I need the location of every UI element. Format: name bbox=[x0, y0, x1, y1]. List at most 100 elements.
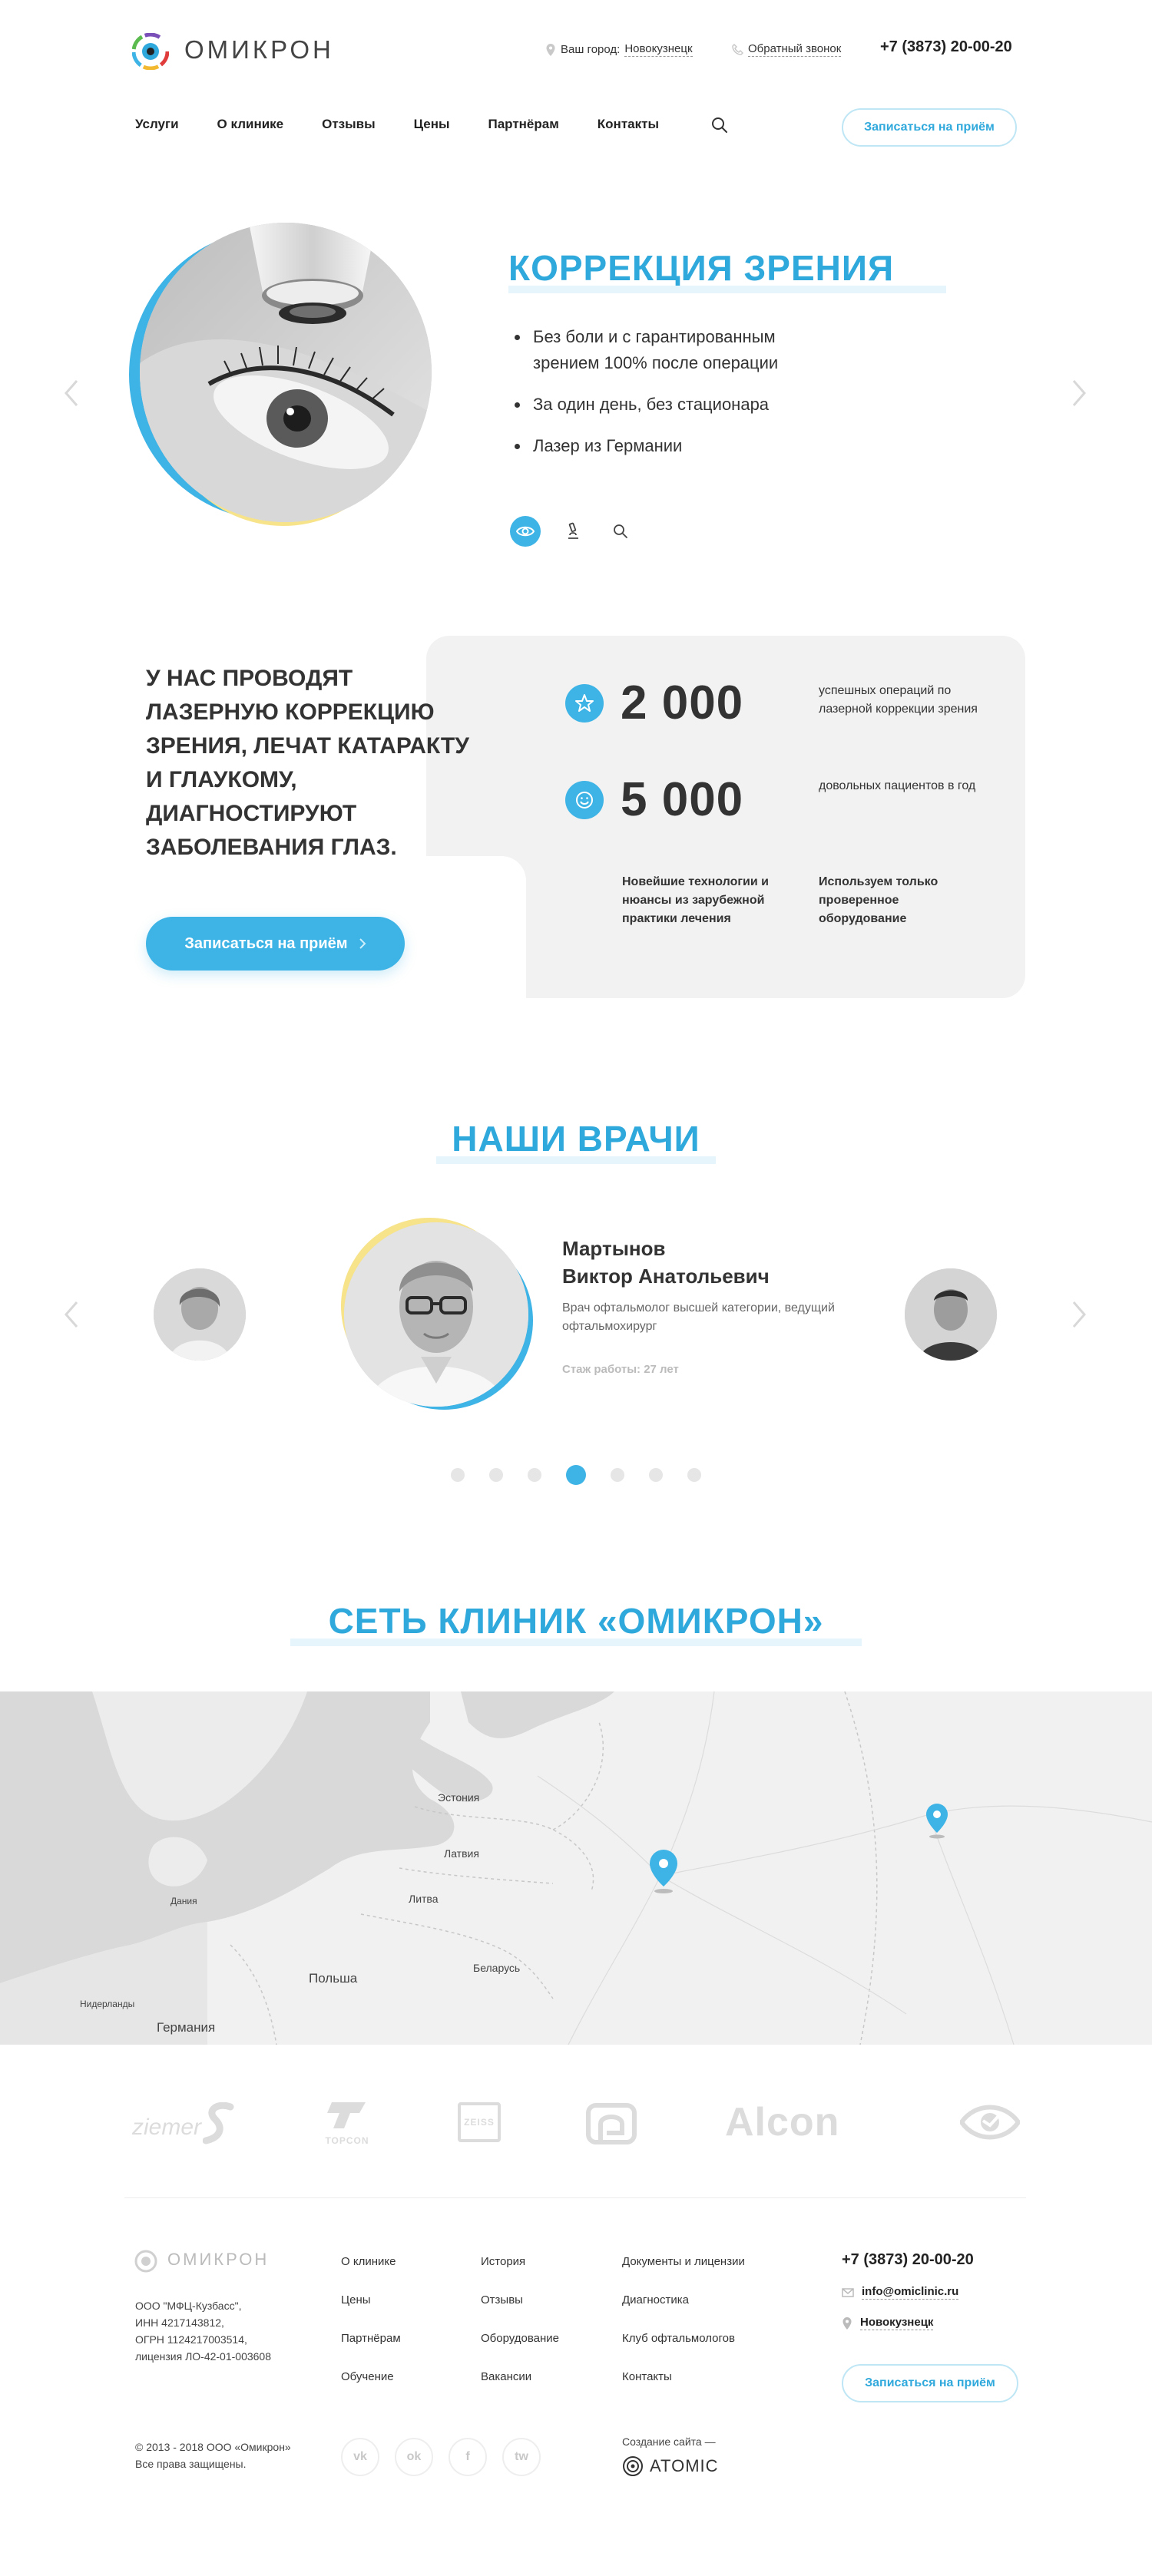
footer-link-contacts[interactable]: Контакты bbox=[622, 2369, 745, 2385]
main-nav: Услуги О клинике Отзывы Цены Партнёрам К… bbox=[135, 117, 697, 132]
studio-link[interactable]: ATOMIC bbox=[622, 2455, 719, 2477]
pagination-dot[interactable] bbox=[611, 1468, 624, 1482]
nav-item-contacts[interactable]: Контакты bbox=[598, 117, 659, 132]
footer-link-documents[interactable]: Документы и лицензии bbox=[622, 2254, 745, 2270]
appointment-button-primary[interactable]: Записаться на приём bbox=[146, 917, 405, 971]
stat-number-patients: 5 000 bbox=[621, 773, 744, 826]
doctor-avatar-next[interactable] bbox=[905, 1268, 997, 1361]
doctor-experience: Стаж работы: 27 лет bbox=[562, 1363, 679, 1376]
doctor-given-names: Виктор Анатольевич bbox=[562, 1265, 770, 1288]
pagination-dot[interactable] bbox=[528, 1468, 541, 1482]
footer-city[interactable]: Новокузнецк bbox=[842, 2316, 934, 2330]
hero-bullet: Без боли и с гарантированным зрением 100… bbox=[513, 324, 820, 376]
studio-name: ATOMIC bbox=[650, 2456, 719, 2475]
partner-logo-abbott[interactable] bbox=[585, 2102, 637, 2145]
nav-item-prices[interactable]: Цены bbox=[414, 117, 450, 132]
footer-phone[interactable]: +7 (3873) 20-00-20 bbox=[842, 2251, 974, 2269]
footer-logo-mark-icon[interactable] bbox=[134, 2250, 157, 2273]
hero-prev-arrow-icon[interactable] bbox=[60, 378, 83, 408]
feature-technologies: Новейшие технологии и нюансы из зарубежн… bbox=[622, 875, 770, 925]
pagination-dot[interactable] bbox=[489, 1468, 503, 1482]
stats-panel-notch bbox=[415, 856, 526, 1010]
microscope-icon bbox=[568, 522, 578, 539]
map-pin-icon bbox=[650, 1850, 677, 1893]
atomic-logo-icon bbox=[623, 2456, 643, 2476]
callback-link[interactable]: Обратный звонок bbox=[731, 42, 842, 57]
callback-label[interactable]: Обратный звонок bbox=[748, 42, 842, 57]
network-section-title: СЕТЬ КЛИНИК «ОМИКРОН» bbox=[328, 1601, 824, 1641]
eye-icon bbox=[516, 526, 535, 537]
footer-logo-text[interactable]: ОМИКРОН bbox=[167, 2250, 269, 2270]
hero-next-arrow-icon[interactable] bbox=[1068, 378, 1091, 408]
footer-link-about[interactable]: О клинике bbox=[341, 2254, 401, 2270]
footer-link-training[interactable]: Обучение bbox=[341, 2369, 401, 2385]
clinics-map[interactable]: Эстония Латвия Литва Дания Польша Белару… bbox=[0, 1691, 1152, 2045]
stat-description-patients: довольных пациентов в год bbox=[819, 779, 976, 792]
logo-mark-icon[interactable] bbox=[132, 33, 169, 70]
site-credits-label: Создание сайта — bbox=[622, 2435, 716, 2448]
map-label-germany: Германия bbox=[157, 2020, 216, 2035]
pagination-dot[interactable] bbox=[649, 1468, 663, 1482]
footer-legal-info: ООО "МФЦ-Кузбасс", ИНН 4217143812, ОГРН … bbox=[135, 2297, 304, 2365]
city-label: Ваш город: bbox=[561, 43, 621, 56]
footer-link-vacancies[interactable]: Вакансии bbox=[481, 2369, 559, 2385]
map-label-latvia: Латвия bbox=[444, 1847, 479, 1860]
copyright-line: © 2013 - 2018 ООО «Омикрон» bbox=[135, 2441, 291, 2453]
footer-link-club[interactable]: Клуб офтальмологов bbox=[622, 2331, 745, 2346]
footer-link-reviews[interactable]: Отзывы bbox=[481, 2293, 559, 2308]
appointment-button[interactable]: Записаться на приём bbox=[842, 108, 1017, 147]
pagination-dot[interactable] bbox=[687, 1468, 701, 1482]
nav-item-services[interactable]: Услуги bbox=[135, 117, 179, 132]
footer-link-equipment[interactable]: Оборудование bbox=[481, 2331, 559, 2346]
partners-strip: ziemer TOPCON ZEISS Alcon bbox=[129, 2098, 1023, 2151]
footer-link-diagnostics[interactable]: Диагностика bbox=[622, 2293, 745, 2308]
footer-link-prices[interactable]: Цены bbox=[341, 2293, 401, 2308]
doctor-avatar-previous[interactable] bbox=[154, 1268, 246, 1361]
doctors-prev-arrow-icon[interactable] bbox=[60, 1299, 83, 1330]
hero-eye-photo bbox=[140, 223, 432, 522]
mail-icon bbox=[842, 2287, 854, 2297]
pagination-dot[interactable] bbox=[451, 1468, 465, 1482]
partner-logo-zeiss[interactable]: ZEISS bbox=[458, 2102, 501, 2142]
footer-city-link[interactable]: Новокузнецк bbox=[860, 2316, 934, 2330]
search-icon[interactable] bbox=[711, 117, 728, 134]
eye-service-tab[interactable] bbox=[510, 516, 541, 547]
footer-email[interactable]: info@omiclinic.ru bbox=[842, 2285, 959, 2300]
diagnostics-service-tab[interactable] bbox=[605, 516, 636, 547]
pagination-dot-active[interactable] bbox=[566, 1465, 586, 1485]
doctors-pagination bbox=[0, 1465, 1152, 1485]
location-pin-icon bbox=[842, 2316, 852, 2330]
map-label-belarus: Беларусь bbox=[473, 1962, 521, 1974]
location-pin-icon bbox=[546, 43, 555, 56]
vk-icon[interactable]: vk bbox=[341, 2438, 379, 2476]
footer-email-link[interactable]: info@omiclinic.ru bbox=[862, 2285, 959, 2300]
ziemer-s-icon bbox=[203, 2102, 234, 2144]
odnoklassniki-icon[interactable]: ok bbox=[395, 2438, 433, 2476]
nav-item-reviews[interactable]: Отзывы bbox=[322, 117, 376, 132]
nav-item-partners[interactable]: Партнёрам bbox=[488, 117, 559, 132]
city-selector[interactable]: Ваш город: Новокузнецк bbox=[545, 42, 693, 57]
map-pin-icon bbox=[926, 1804, 948, 1839]
city-value-link[interactable]: Новокузнецк bbox=[624, 42, 693, 57]
microscope-service-tab[interactable] bbox=[558, 516, 588, 547]
doctor-role: Врач офтальмолог высшей категории, ведущ… bbox=[562, 1301, 835, 1333]
partner-logo-alcon[interactable]: Alcon bbox=[725, 2099, 839, 2145]
legal-line: ООО "МФЦ-Кузбасс", bbox=[135, 2300, 242, 2312]
footer-link-partners[interactable]: Партнёрам bbox=[341, 2331, 401, 2346]
partner-logo-ziemer[interactable]: ziemer bbox=[132, 2115, 201, 2141]
map-label-denmark: Дания bbox=[170, 1896, 197, 1906]
footer-appointment-button[interactable]: Записаться на приём bbox=[842, 2364, 1018, 2402]
map-label-netherlands: Нидерланды bbox=[80, 1999, 135, 2009]
footer-link-history[interactable]: История bbox=[481, 2254, 559, 2270]
header-phone[interactable]: +7 (3873) 20-00-20 bbox=[880, 38, 1012, 56]
doctors-section-title: НАШИ ВРАЧИ bbox=[452, 1119, 700, 1159]
facebook-icon[interactable]: f bbox=[449, 2438, 487, 2476]
partner-logo-eye-icon[interactable] bbox=[960, 2101, 1020, 2144]
nav-item-about[interactable]: О клинике bbox=[217, 117, 284, 132]
partner-logo-topcon[interactable]: TOPCON bbox=[324, 2099, 370, 2146]
hero-title: КОРРЕКЦИЯ ЗРЕНИЯ bbox=[508, 248, 895, 288]
logo-text[interactable]: ОМИКРОН bbox=[184, 35, 334, 64]
twitter-icon[interactable]: tw bbox=[502, 2438, 541, 2476]
doctors-next-arrow-icon[interactable] bbox=[1068, 1299, 1091, 1330]
footer-links-col-1: О клинике Цены Партнёрам Обучение bbox=[341, 2254, 401, 2408]
